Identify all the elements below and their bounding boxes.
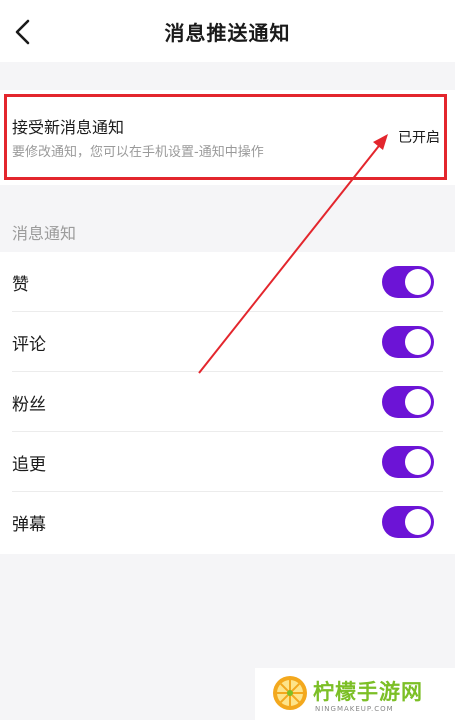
toggle-knob xyxy=(405,269,431,295)
toggle-knob xyxy=(405,449,431,475)
follow-update-toggle[interactable] xyxy=(382,446,434,478)
list-item-follow-update: 追更 xyxy=(0,432,455,492)
toggle-knob xyxy=(405,509,431,535)
list-item-comment: 评论 xyxy=(0,312,455,372)
page-title: 消息推送通知 xyxy=(164,21,291,45)
watermark-brand: 柠檬手游网 xyxy=(313,680,423,704)
list-item-danmaku: 弹幕 xyxy=(0,492,455,552)
lemon-logo-icon xyxy=(273,676,307,710)
list-item-like: 赞 xyxy=(0,252,455,312)
list-item-fans: 粉丝 xyxy=(0,372,455,432)
toggle-knob xyxy=(405,389,431,415)
highlight-box xyxy=(4,94,447,180)
list-item-label: 评论 xyxy=(12,335,46,355)
fans-toggle[interactable] xyxy=(382,386,434,418)
section-label: 消息通知 xyxy=(12,224,77,243)
watermark-url: NINGMAKEUP.COM xyxy=(315,705,394,713)
like-toggle[interactable] xyxy=(382,266,434,298)
spacer xyxy=(0,62,455,90)
notification-list: 赞 评论 粉丝 追更 弹幕 xyxy=(0,252,455,554)
toggle-knob xyxy=(405,329,431,355)
list-item-label: 追更 xyxy=(12,455,46,475)
top-bar: 消息推送通知 xyxy=(0,0,455,62)
list-item-label: 赞 xyxy=(12,275,29,295)
list-item-label: 粉丝 xyxy=(12,395,46,415)
danmaku-toggle[interactable] xyxy=(382,506,434,538)
list-item-label: 弹幕 xyxy=(12,515,46,535)
comment-toggle[interactable] xyxy=(382,326,434,358)
watermark: 柠檬手游网 NINGMAKEUP.COM xyxy=(255,668,455,720)
